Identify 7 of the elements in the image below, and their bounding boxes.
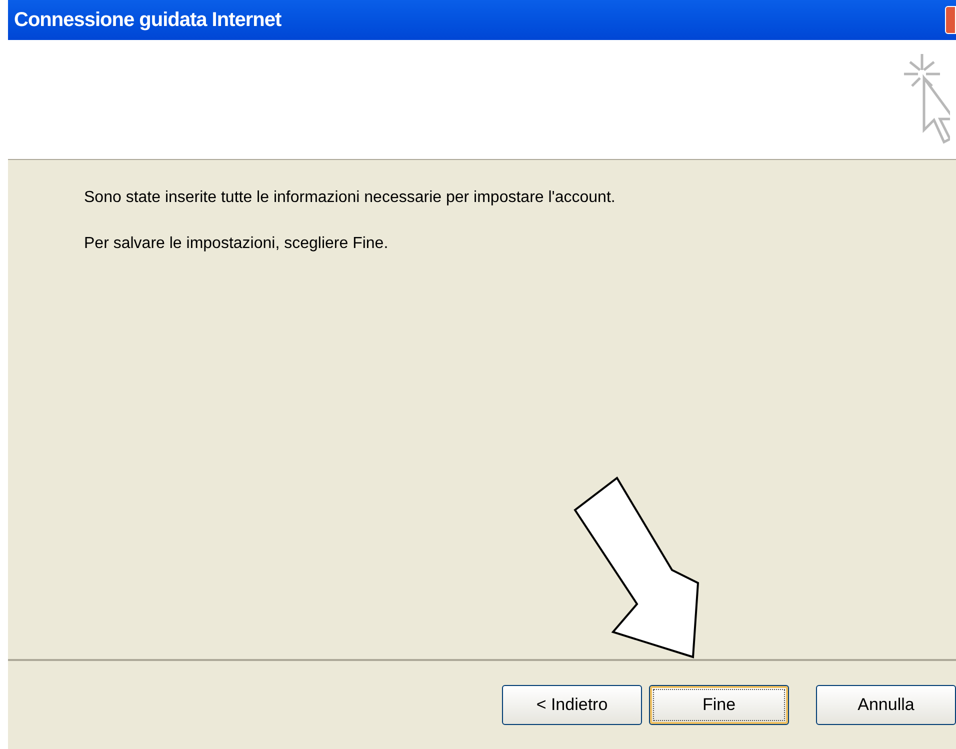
message-text: Sono state inserite tutte le informazioni necessarie per impostare l'account.	[84, 188, 616, 208]
message-text: Per salvare le impostazioni, scegliere Fine.	[84, 234, 390, 254]
close-button[interactable]	[945, 6, 956, 34]
finish-button[interactable]: Fine	[649, 685, 789, 725]
window-title: Connessione guidata Internet	[14, 8, 282, 33]
cancel-button[interactable]: Annulla	[816, 685, 956, 725]
back-button[interactable]: < Indietro	[502, 685, 642, 725]
